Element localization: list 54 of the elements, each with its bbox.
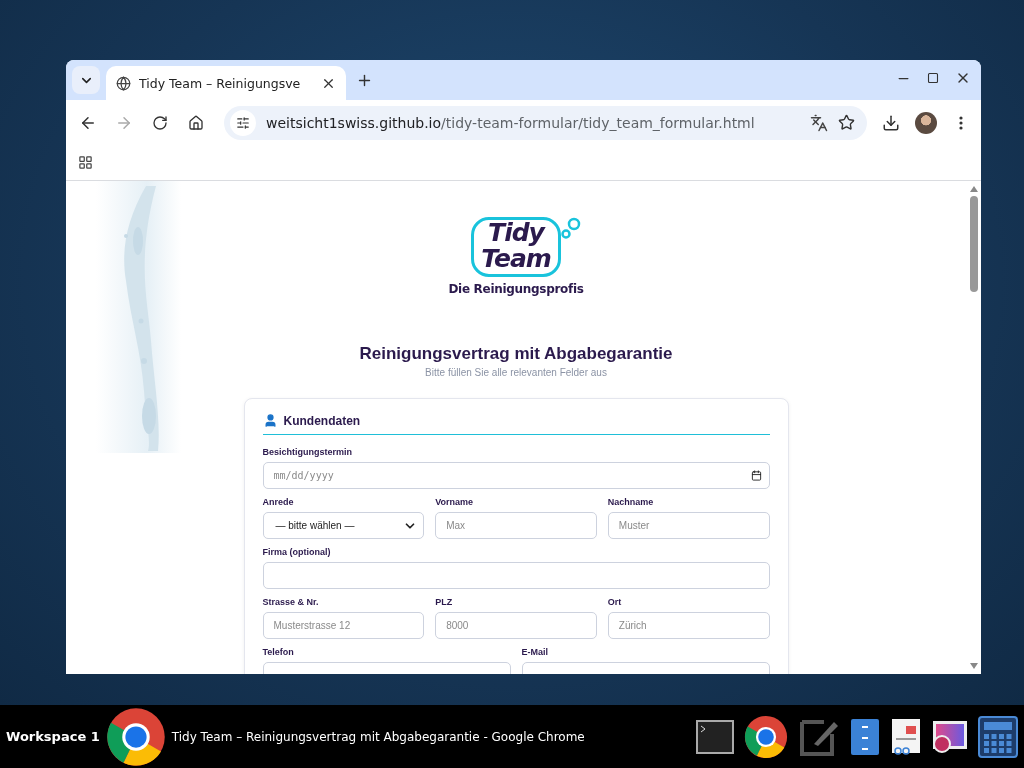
field-label: Strasse & Nr. <box>262 597 320 607</box>
translate-icon[interactable] <box>810 113 828 132</box>
address-bar[interactable]: weitsicht1swiss.github.io/tidy-team-formular/tidy_team_formular.html <box>224 105 867 140</box>
field-label: Besichtigungstermin <box>262 447 353 457</box>
avatar[interactable] <box>915 111 937 134</box>
input-field[interactable]: Zürich <box>607 612 770 639</box>
field-label: E-Mail <box>521 647 549 657</box>
sliders-icon <box>236 115 250 130</box>
maximize-icon[interactable] <box>927 72 939 84</box>
scrollbar-thumb[interactable] <box>969 196 978 292</box>
terminal-icon[interactable] <box>696 719 734 754</box>
image-viewer-icon[interactable] <box>932 719 968 754</box>
globe-icon <box>116 75 131 91</box>
section-title: Kundendaten <box>283 413 361 428</box>
input-field[interactable]: Max <box>435 512 597 539</box>
input-field[interactable] <box>262 562 770 589</box>
home-icon <box>188 114 204 131</box>
menu-icon <box>959 115 963 130</box>
tab-list-button[interactable] <box>72 66 100 94</box>
browser-tab[interactable]: Tidy Team – Reinigungsve <box>106 66 346 100</box>
workspace-label[interactable]: Workspace 1 <box>6 729 100 744</box>
apps-icon[interactable] <box>78 155 93 170</box>
scroll-down-icon[interactable] <box>969 663 978 669</box>
input-field[interactable]: Muster <box>607 512 770 539</box>
select-field[interactable]: — bitte wählen — <box>262 512 425 539</box>
url-text: weitsicht1swiss.github.io/tidy-team-formular/tidy_team_formular.html <box>266 114 756 131</box>
field-label: Ort <box>607 597 623 607</box>
logo-text: Team <box>481 246 551 272</box>
page-subtitle: Bitte füllen Sie alle relevanten Felder aus <box>425 367 607 378</box>
field-label: Telefon <box>262 647 295 657</box>
page-title: Reinigungsvertrag mit Abgabegarantie <box>359 344 673 364</box>
site-info-button[interactable] <box>230 109 256 136</box>
logo-text: Tidy <box>488 220 544 246</box>
tab-title: Tidy Team – Reinigungsve <box>139 75 302 91</box>
date-field[interactable]: mm/dd/yyyy <box>262 462 770 489</box>
reload-icon <box>152 114 168 131</box>
input-field[interactable]: Musterstrasse 12 <box>262 612 425 639</box>
taskbar-window-title[interactable]: Tidy Team – Reinigungsvertrag mit Abgabegarantie - Google Chrome <box>171 729 585 744</box>
calendar-icon[interactable] <box>750 470 762 481</box>
field-label: Nachname <box>607 497 655 507</box>
field-label: Anrede <box>262 497 295 507</box>
download-icon <box>882 113 900 132</box>
file-cabinet-icon[interactable] <box>850 717 880 756</box>
logo-tagline: Die Reinigungsprofis <box>448 282 584 296</box>
chrome-icon[interactable] <box>744 714 788 759</box>
calculator-icon[interactable] <box>978 715 1018 758</box>
document-viewer-icon[interactable] <box>890 717 922 756</box>
star-icon[interactable] <box>838 114 855 131</box>
input-field[interactable]: 8000 <box>435 612 597 639</box>
field-label: Vorname <box>435 497 474 507</box>
chrome-icon[interactable] <box>105 706 166 767</box>
field-label: PLZ <box>435 597 454 607</box>
field-label: Firma (optional) <box>262 547 332 557</box>
person-icon <box>262 413 278 428</box>
